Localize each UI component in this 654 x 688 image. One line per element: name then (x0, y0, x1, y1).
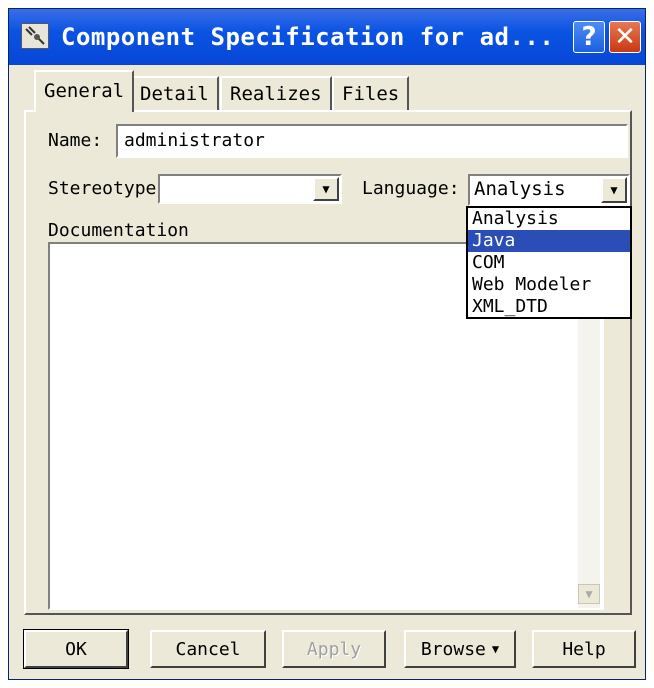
chevron-down-icon[interactable]: ▼ (601, 177, 627, 203)
caret-down-icon: ▼ (491, 642, 500, 656)
chevron-down-icon[interactable]: ▼ (313, 177, 339, 201)
tab-realizes[interactable]: Realizes (220, 76, 332, 110)
help-icon[interactable]: ? (573, 21, 605, 53)
language-option-java[interactable]: Java (468, 230, 630, 252)
ok-button[interactable]: OK (23, 629, 129, 669)
tab-files[interactable]: Files (332, 76, 410, 110)
browse-label: Browse (420, 638, 486, 660)
documentation-label: Documentation (48, 220, 189, 241)
name-field[interactable]: administrator (116, 124, 628, 158)
close-icon[interactable]: ✕ (609, 21, 641, 53)
language-value: Analysis (474, 178, 566, 200)
stereotype-select[interactable]: ▼ (158, 174, 342, 204)
language-dropdown-list: Analysis Java COM Web Modeler XML_DTD (466, 206, 632, 319)
language-option-com[interactable]: COM (468, 252, 630, 274)
stereotype-label: Stereotype (48, 178, 157, 199)
language-label: Language: (362, 178, 460, 199)
name-label: Name: (48, 130, 103, 151)
language-option-analysis[interactable]: Analysis (468, 208, 630, 230)
tab-general[interactable]: General (34, 70, 135, 112)
language-option-web-modeler[interactable]: Web Modeler (468, 274, 630, 296)
apply-button[interactable]: Apply (282, 630, 386, 668)
cancel-button[interactable]: Cancel (150, 630, 266, 668)
scroll-down-arrow-icon[interactable]: ▼ (578, 584, 600, 604)
window-title: Component Specification for ad... (61, 23, 555, 51)
language-option-xml-dtd[interactable]: XML_DTD (468, 296, 630, 318)
language-select[interactable]: Analysis ▼ (468, 174, 630, 206)
title-bar[interactable]: Component Specification for ad... ? ✕ (9, 9, 645, 65)
tab-detail[interactable]: Detail (130, 76, 219, 110)
browse-button[interactable]: Browse ▼ (404, 630, 516, 668)
help-button[interactable]: Help (532, 630, 636, 668)
app-icon (21, 23, 49, 49)
